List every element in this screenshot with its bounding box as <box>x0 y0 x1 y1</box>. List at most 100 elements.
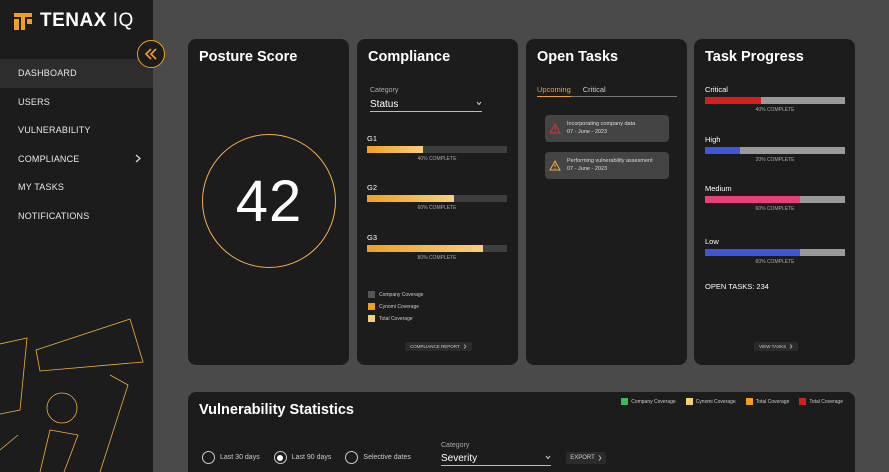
progress-track <box>705 196 845 203</box>
sidebar-item-my-tasks[interactable]: MY TASKS <box>0 173 153 202</box>
view-tasks-button[interactable]: VIEW TASKS <box>754 342 799 351</box>
legend-label: Cynomi Coverage <box>695 398 736 405</box>
task-item[interactable]: Incorporating company data 07 - June - 20… <box>545 115 669 142</box>
radio-circle[interactable] <box>202 451 215 464</box>
legend-label: Total Coverage <box>379 315 413 322</box>
compliance-card: Compliance Category Status G1 40% COMPLE… <box>357 39 518 365</box>
progress-group-low: Low 60% COMPLETE <box>705 237 845 265</box>
legend-swatch <box>621 398 629 405</box>
button-label: EXPORT <box>570 455 595 461</box>
progress-caption: 60% COMPLETE <box>755 206 795 212</box>
progress-group-high: High 20% COMPLETE <box>705 135 845 163</box>
progress-caption: 60% COMPLETE <box>417 205 457 211</box>
legend-item: Company Coverage <box>621 398 676 405</box>
progress-fill <box>705 147 740 154</box>
legend-item: Cynomi Coverage <box>685 398 736 405</box>
category-select[interactable]: Status <box>370 99 482 112</box>
compliance-report-button[interactable]: COMPLIANCE REPORT <box>405 342 472 351</box>
task-progress-card: Task Progress Critical 40% COMPLETE High… <box>694 39 855 365</box>
sidebar-item-users[interactable]: USERS <box>0 88 153 117</box>
posture-score-card: Posture Score 42 <box>188 39 349 365</box>
category-label: Category <box>370 87 399 94</box>
group-name: G1 <box>367 134 378 143</box>
legend-item: Total Coverage <box>799 398 843 405</box>
progress-track <box>367 146 507 153</box>
radio-selective-dates[interactable]: Selective dates <box>345 451 411 464</box>
chevron-right-icon <box>135 154 141 162</box>
progress-caption: 40% COMPLETE <box>417 156 457 162</box>
severity-select[interactable]: Severity <box>441 453 551 466</box>
task-date: 07 - June - 2023 <box>567 165 608 172</box>
legend-item: Cynomi Coverage <box>368 303 423 310</box>
group-name: G3 <box>367 233 378 242</box>
progress-caption: 20% COMPLETE <box>755 157 795 163</box>
card-title: Task Progress <box>705 49 804 65</box>
progress-fill <box>367 146 423 153</box>
legend-swatch <box>368 315 375 322</box>
sidebar-item-label: COMPLIANCE <box>18 153 80 164</box>
open-tasks-card: Open Tasks Upcoming Critical Incorporati… <box>526 39 687 365</box>
compliance-group-g3: G3 80% COMPLETE <box>367 233 507 261</box>
category-value: Severity <box>441 453 478 464</box>
radio-label: Last 30 days <box>220 454 260 461</box>
progress-caption: 80% COMPLETE <box>417 255 457 261</box>
legend-label: Total Coverage <box>809 398 843 405</box>
task-title: Incorporating company data <box>567 120 636 127</box>
vulnerability-stats-card: Vulnerability Statistics Company Coverag… <box>188 392 855 472</box>
brand-logo[interactable]: TENAX IQ <box>12 10 134 32</box>
sidebar-item-compliance[interactable]: COMPLIANCE <box>0 145 153 174</box>
button-label: VIEW TASKS <box>759 344 787 349</box>
button-label: COMPLIANCE REPORT <box>410 344 460 349</box>
progress-fill <box>367 245 484 252</box>
task-title: Performing vulnerability assesment <box>567 157 653 164</box>
export-button[interactable]: EXPORT <box>566 452 606 464</box>
progress-caption: 40% COMPLETE <box>755 107 795 113</box>
progress-track <box>367 195 507 202</box>
double-chevron-left-icon <box>144 48 157 60</box>
compliance-group-g2: G2 60% COMPLETE <box>367 183 507 211</box>
task-tabs: Upcoming Critical <box>537 85 677 97</box>
progress-fill <box>705 249 801 256</box>
group-name: Low <box>705 237 719 246</box>
legend-item: Total Coverage <box>368 315 423 322</box>
legend-label: Total Coverage <box>755 398 790 405</box>
open-tasks-count: OPEN TASKS: 234 <box>705 282 769 291</box>
legend-swatch <box>685 398 693 405</box>
sidebar-nav: DASHBOARD USERS VULNERABILITY COMPLIANCE… <box>0 59 153 230</box>
sidebar-item-label: USERS <box>18 96 51 107</box>
sidebar: TENAX IQ DASHBOARD USERS VULNERABILITY C… <box>0 0 153 472</box>
chevron-down-icon <box>476 101 482 106</box>
task-item[interactable]: Performing vulnerability assesment 07 - J… <box>545 152 669 179</box>
collapse-sidebar-button[interactable] <box>137 40 165 68</box>
vulnerability-legend: Company Coverage Cynomi Coverage Total C… <box>621 398 843 405</box>
radio-circle[interactable] <box>273 451 287 464</box>
radio-last-30-days[interactable]: Last 30 days <box>202 451 260 464</box>
progress-group-critical: Critical 40% COMPLETE <box>705 85 845 113</box>
sidebar-item-vulnerability[interactable]: VULNERABILITY <box>0 116 153 145</box>
radio-last-90-days[interactable]: Last 90 days <box>273 451 331 464</box>
radio-label: Selective dates <box>363 454 411 461</box>
progress-track <box>367 245 507 252</box>
sidebar-item-dashboard[interactable]: DASHBOARD <box>0 59 153 88</box>
progress-fill <box>367 195 454 202</box>
date-range-options: Last 30 days Last 90 days Selective date… <box>202 451 425 464</box>
group-name: G2 <box>367 183 378 192</box>
progress-caption: 60% COMPLETE <box>755 259 795 265</box>
radio-circle[interactable] <box>345 451 359 464</box>
tab-upcoming[interactable]: Upcoming <box>537 85 571 97</box>
sidebar-item-label: MY TASKS <box>18 182 65 193</box>
tab-critical[interactable]: Critical <box>583 85 606 94</box>
legend-item: Company Coverage <box>368 291 423 298</box>
legend-label: Company Coverage <box>631 398 676 405</box>
compliance-group-g1: G1 40% COMPLETE <box>367 134 507 162</box>
category-value: Status <box>370 99 399 110</box>
chevron-right-icon <box>789 344 793 349</box>
legend-swatch <box>745 398 753 405</box>
sidebar-item-notifications[interactable]: NOTIFICATIONS <box>0 202 153 231</box>
progress-group-medium: Medium 60% COMPLETE <box>705 184 845 212</box>
chevron-down-icon <box>545 455 551 460</box>
sidebar-item-label: VULNERABILITY <box>18 125 91 136</box>
chevron-right-icon <box>463 344 467 349</box>
logo-icon <box>14 13 32 30</box>
posture-score-value: 42 <box>235 168 303 234</box>
